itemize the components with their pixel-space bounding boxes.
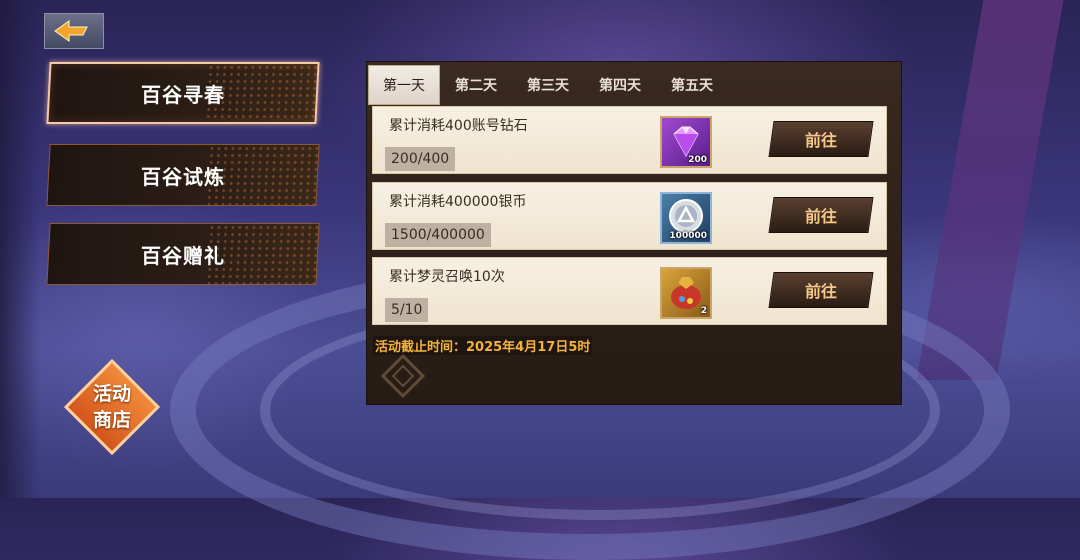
item-count: 100000 <box>669 231 707 241</box>
event-shop-button[interactable]: 活动 商店 <box>63 358 161 456</box>
go-button[interactable]: 前往 <box>768 197 874 233</box>
tab-day-4[interactable]: 第四天 <box>584 65 656 105</box>
go-button[interactable]: 前往 <box>768 272 874 308</box>
item-count: 2 <box>700 306 707 316</box>
tab-day-3[interactable]: 第三天 <box>512 65 584 105</box>
task-progress: 5/10 <box>385 298 429 322</box>
tab-day-1[interactable]: 第一天 <box>368 65 440 105</box>
treasure-bag-icon[interactable]: 2 <box>660 267 712 319</box>
go-button-label: 前往 <box>804 207 837 226</box>
task-row: 累计梦灵召唤10次 5/10 2 前往 <box>372 257 887 325</box>
task-name: 累计消耗400000银币 <box>389 194 527 210</box>
go-button[interactable]: 前往 <box>768 121 874 157</box>
back-arrow-icon <box>54 20 88 42</box>
day-tabs: 第一天 第二天 第三天 第四天 第五天 <box>368 65 728 105</box>
shop-label: 活动 商店 <box>72 381 152 433</box>
task-progress: 1500/400000 <box>385 223 491 247</box>
shop-label-line2: 商店 <box>92 409 131 431</box>
go-button-label: 前往 <box>804 131 837 150</box>
task-progress: 200/400 <box>385 147 456 171</box>
task-row: 累计消耗400账号钻石 200/400 200 前往 <box>372 106 887 174</box>
item-count: 200 <box>688 155 707 165</box>
event-deadline: 活动截止时间：2025年4月17日5时 <box>373 336 593 355</box>
tab-day-5[interactable]: 第五天 <box>656 65 728 105</box>
side-tab-label: 百谷寻春 <box>141 82 225 107</box>
task-panel: 第一天 第二天 第三天 第四天 第五天 累计消耗400账号钻石 200/400 … <box>366 61 902 405</box>
silver-coin-icon[interactable]: 100000 <box>660 192 712 244</box>
shop-label-line1: 活动 <box>92 383 131 405</box>
side-tab-label: 百谷试炼 <box>141 164 225 189</box>
task-name: 累计消耗400账号钻石 <box>389 118 528 134</box>
task-row: 累计消耗400000银币 1500/400000 100000 前往 <box>372 182 887 250</box>
purple-diamond-icon[interactable]: 200 <box>660 116 712 168</box>
side-tab-gift[interactable]: 百谷赠礼 <box>46 223 320 285</box>
side-tab-label: 百谷赠礼 <box>141 243 225 268</box>
go-button-label: 前往 <box>804 282 837 301</box>
side-tab-spring[interactable]: 百谷寻春 <box>46 62 320 124</box>
task-name: 累计梦灵召唤10次 <box>389 269 505 285</box>
background-pillar <box>0 0 40 498</box>
panel-decoration-icon <box>380 353 426 399</box>
background-ribbon <box>916 0 1064 380</box>
tab-day-2[interactable]: 第二天 <box>440 65 512 105</box>
side-tab-trial[interactable]: 百谷试炼 <box>46 144 320 206</box>
back-button[interactable] <box>44 13 104 49</box>
